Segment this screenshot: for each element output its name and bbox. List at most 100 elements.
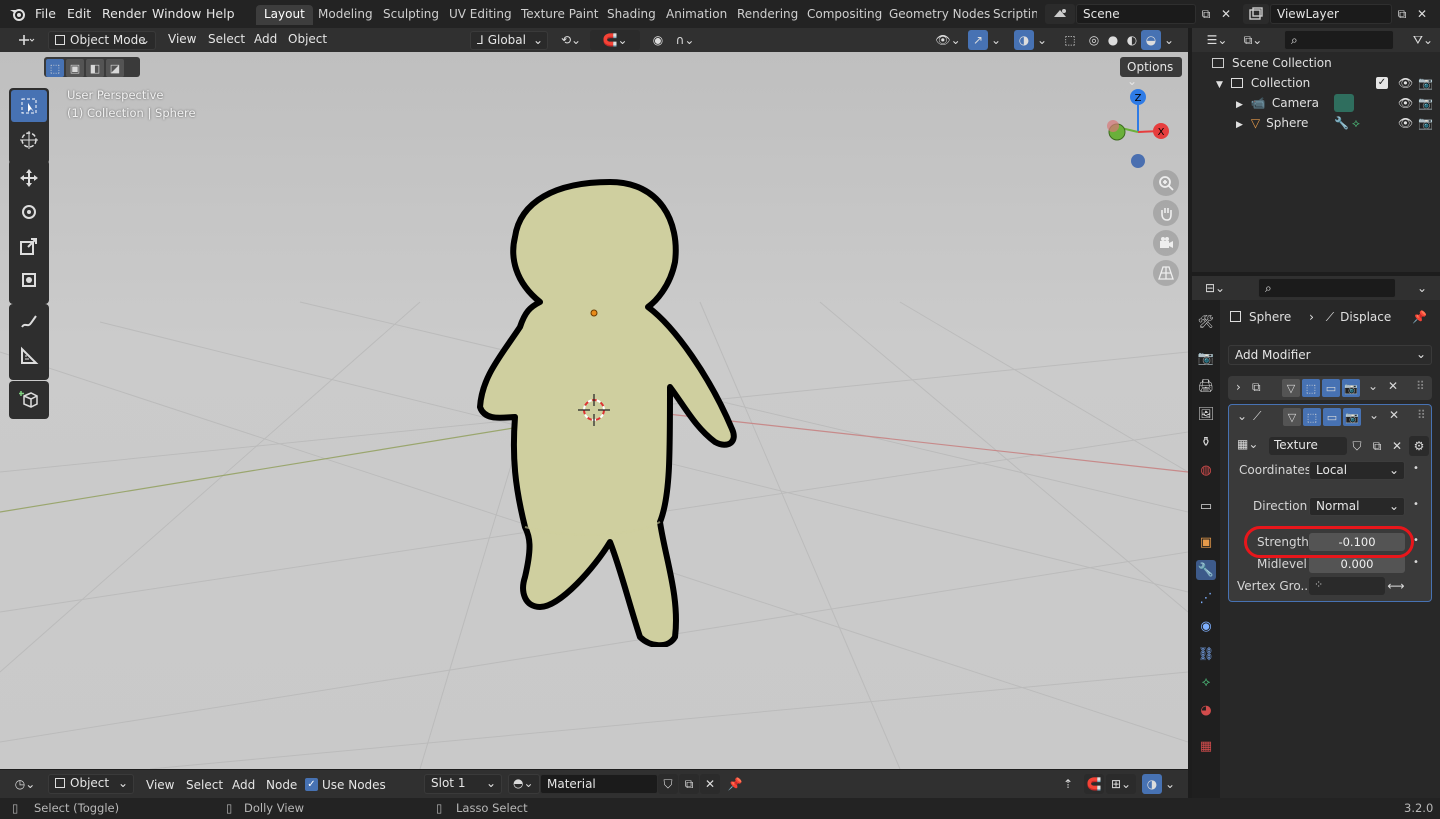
pin-icon[interactable]: 📌 bbox=[725, 774, 745, 794]
eye-icon[interactable]: 👁 bbox=[1398, 116, 1413, 130]
select-subtract-icon[interactable]: ◧ bbox=[86, 59, 104, 77]
display-mode-icon[interactable]: ⧉⌄ bbox=[1238, 30, 1268, 50]
gizmo-neg-x-axis[interactable] bbox=[1107, 120, 1119, 132]
modifier-tab-icon[interactable]: 🔧 bbox=[1196, 560, 1216, 580]
select-new-icon[interactable]: ⬚ bbox=[46, 59, 64, 77]
camera-render-icon[interactable]: 📷 bbox=[1418, 116, 1433, 130]
remove-view-layer-icon[interactable]: ✕ bbox=[1412, 4, 1432, 24]
properties-editor-type-icon[interactable]: ⊟⌄ bbox=[1200, 278, 1230, 298]
pan-hand-icon[interactable] bbox=[1153, 200, 1179, 226]
material-browse-icon[interactable]: ◓⌄ bbox=[508, 774, 540, 794]
viewport-display-icon[interactable]: ▭ bbox=[1323, 408, 1341, 426]
overlays-toggle-icon[interactable]: ◑ bbox=[1014, 30, 1034, 50]
data-tab-icon[interactable]: ⟡ bbox=[1196, 672, 1216, 692]
scene-tab-icon[interactable]: ⚱ bbox=[1196, 432, 1216, 452]
menu-help[interactable]: Help bbox=[206, 6, 235, 21]
proportional-edit-icon[interactable]: ◉ bbox=[648, 30, 668, 50]
tab-geometry-nodes[interactable]: Geometry Nodes bbox=[881, 5, 998, 25]
drag-handle-icon[interactable]: ⠿ bbox=[1417, 408, 1426, 422]
parent-node-tree-icon[interactable]: ⇡ bbox=[1058, 774, 1078, 794]
transform-tool-icon[interactable] bbox=[11, 264, 47, 296]
strength-field[interactable]: -0.100 bbox=[1309, 533, 1405, 551]
camera-data-icon[interactable] bbox=[1334, 94, 1354, 112]
filter-icon[interactable]: ⛛⌄ bbox=[1408, 30, 1438, 50]
material-shading-icon[interactable]: ◐ bbox=[1122, 30, 1142, 50]
measure-tool-icon[interactable] bbox=[11, 340, 47, 372]
view-layer-field[interactable]: ViewLayer bbox=[1270, 4, 1392, 24]
visibility-icon[interactable]: 👁⌄ bbox=[932, 30, 964, 50]
edit-mode-icon[interactable]: ⬚ bbox=[1302, 379, 1320, 397]
expand-arrow-icon[interactable]: ▶ bbox=[1236, 120, 1243, 130]
select-box-tool-icon[interactable] bbox=[11, 90, 47, 122]
mode-dropdown[interactable]: Object Mode ⌄ bbox=[48, 31, 156, 50]
tab-sculpting[interactable]: Sculpting bbox=[375, 5, 447, 25]
material-tab-icon[interactable]: ◕ bbox=[1196, 700, 1216, 720]
midlevel-field[interactable]: 0.000 bbox=[1309, 555, 1405, 573]
view-layer-icon[interactable] bbox=[1243, 4, 1269, 24]
output-tab-icon[interactable]: 🖨 bbox=[1196, 376, 1216, 396]
collection-exclude-checkbox[interactable]: ✓ bbox=[1376, 77, 1388, 89]
material-name-field[interactable]: Material bbox=[540, 774, 658, 794]
tab-shading[interactable]: Shading bbox=[599, 5, 664, 25]
keyframe-dot-icon[interactable]: • bbox=[1413, 557, 1419, 568]
fake-user-shield-icon[interactable]: ⛉ bbox=[658, 774, 678, 794]
camera-render-icon[interactable]: 📷 bbox=[1418, 96, 1433, 110]
bottom-editor-type-icon[interactable]: ◷⌄ bbox=[10, 774, 40, 794]
new-view-layer-icon[interactable]: ⧉ bbox=[1392, 4, 1412, 24]
keyframe-dot-icon[interactable]: • bbox=[1413, 499, 1419, 510]
tab-rendering[interactable]: Rendering bbox=[729, 5, 806, 25]
outliner-item-camera[interactable]: ▶ 📹 Camera 👁 📷 bbox=[1236, 94, 1436, 112]
node-menu-view[interactable]: View bbox=[140, 777, 180, 796]
3d-viewport[interactable]: ⬚ ▣ ◧ ◪ Options ⌄ User Perspective (1) C… bbox=[0, 52, 1188, 769]
vp-menu-add[interactable]: Add bbox=[248, 31, 283, 50]
zoom-icon[interactable] bbox=[1153, 170, 1179, 196]
tab-compositing[interactable]: Compositing bbox=[799, 5, 890, 25]
tab-uv-editing[interactable]: UV Editing bbox=[441, 5, 520, 25]
texture-properties-icon[interactable]: ⚙ bbox=[1409, 436, 1429, 456]
add-modifier-dropdown[interactable]: Add Modifier ⌄ bbox=[1228, 345, 1432, 365]
scene-collection-row[interactable]: Scene Collection bbox=[1212, 56, 1332, 70]
coordinates-dropdown[interactable]: Local ⌄ bbox=[1309, 461, 1405, 480]
node-menu-select[interactable]: Select bbox=[180, 777, 229, 796]
render-toggle-icon[interactable]: 📷 bbox=[1343, 408, 1361, 426]
modifier-wrench-icon[interactable]: 🔧 bbox=[1334, 116, 1349, 130]
new-texture-icon[interactable]: ⧉ bbox=[1367, 436, 1387, 456]
transform-orientation-dropdown[interactable]: ⅃ Global ⌄ bbox=[470, 31, 548, 50]
options-dropdown[interactable]: Options ⌄ bbox=[1120, 57, 1182, 88]
gizmo-toggle-icon[interactable]: ↗ bbox=[968, 30, 988, 50]
scene-selector-icon[interactable] bbox=[1045, 4, 1075, 24]
drag-handle-icon[interactable]: ⠿ bbox=[1416, 379, 1425, 393]
perspective-toggle-icon[interactable] bbox=[1153, 260, 1179, 286]
collection-row[interactable]: ▼ Collection ✓ 👁 📷 bbox=[1216, 76, 1436, 90]
texture-name-field[interactable]: Texture bbox=[1269, 437, 1347, 455]
pivot-point-icon[interactable]: ⟲⌄ bbox=[556, 30, 586, 50]
keyframe-dot-icon[interactable]: • bbox=[1413, 535, 1419, 546]
solid-shading-icon[interactable]: ● bbox=[1103, 30, 1123, 50]
properties-options-icon[interactable]: ⌄ bbox=[1412, 278, 1432, 298]
select-extend-icon[interactable]: ▣ bbox=[66, 59, 84, 77]
on-cage-icon[interactable]: ▽ bbox=[1283, 408, 1301, 426]
on-cage-icon[interactable]: ▽ bbox=[1282, 379, 1300, 397]
wireframe-shading-icon[interactable]: ◎ bbox=[1084, 30, 1104, 50]
xray-icon[interactable]: ⬚ bbox=[1060, 30, 1080, 50]
texture-tab-icon[interactable]: ▦ bbox=[1196, 736, 1216, 756]
overlays-dropdown-icon[interactable]: ⌄ bbox=[1034, 30, 1050, 50]
camera-view-icon[interactable] bbox=[1153, 230, 1179, 256]
unlink-texture-icon[interactable]: ✕ bbox=[1387, 436, 1407, 456]
expand-arrow-icon[interactable]: › bbox=[1236, 380, 1241, 394]
outliner-search-input[interactable]: ⌕ bbox=[1284, 30, 1394, 50]
modifier-menu-icon[interactable]: ⌄ bbox=[1369, 408, 1379, 422]
add-cube-tool-icon[interactable] bbox=[11, 383, 47, 415]
blender-logo-icon[interactable] bbox=[9, 6, 27, 22]
particles-tab-icon[interactable]: ⋰ bbox=[1196, 588, 1216, 608]
scene-name-field[interactable]: Scene bbox=[1076, 4, 1196, 24]
navigation-gizmo[interactable]: Z X bbox=[1100, 87, 1178, 169]
expand-arrow-icon[interactable]: ▶ bbox=[1236, 100, 1243, 110]
tab-scripting[interactable]: Scripting bbox=[985, 5, 1037, 25]
remove-scene-icon[interactable]: ✕ bbox=[1216, 4, 1236, 24]
eye-icon[interactable]: 👁 bbox=[1398, 76, 1413, 90]
use-nodes-checkbox[interactable]: ✓ bbox=[305, 778, 318, 791]
falloff-icon[interactable]: ∩⌄ bbox=[670, 30, 700, 50]
editor-type-icon[interactable] bbox=[12, 30, 40, 50]
modifier-panel-collapsed[interactable]: › ⧉ ▽ ⬚ ▭ 📷 ⌄ ✕ ⠿ bbox=[1228, 376, 1432, 400]
